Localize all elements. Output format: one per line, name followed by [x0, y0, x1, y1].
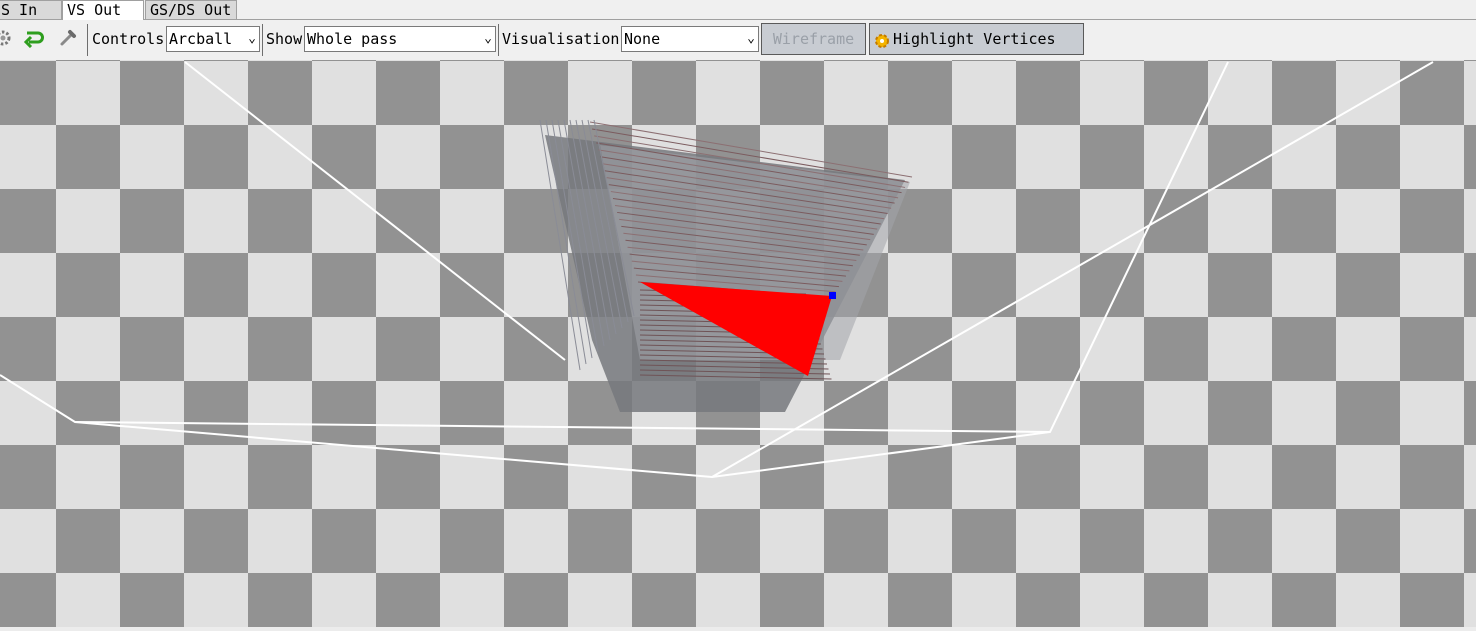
wireframe-label: Wireframe: [772, 30, 855, 48]
highlight-vertices-button[interactable]: Highlight Vertices: [869, 23, 1084, 55]
controls-select[interactable]: Arcball ⌄: [166, 26, 260, 52]
tab-bar: S In VS Out GS/DS Out: [0, 0, 1476, 20]
tab-gs-ds-out[interactable]: GS/DS Out: [145, 0, 237, 19]
toolbar-separator: [87, 24, 88, 56]
show-label: Show: [266, 30, 303, 48]
tab-vs-out[interactable]: VS Out: [62, 0, 144, 20]
visualisation-select[interactable]: None ⌄: [621, 26, 759, 52]
pipette-icon[interactable]: [57, 27, 79, 49]
wireframe-button[interactable]: Wireframe: [761, 23, 866, 55]
controls-label: Controls: [92, 30, 165, 48]
visualisation-label: Visualisation: [502, 30, 620, 48]
chevron-down-icon: ⌄: [484, 31, 492, 46]
reset-arrow-icon[interactable]: [23, 27, 45, 49]
show-value: Whole pass: [307, 30, 398, 48]
vertex-highlight-icon: [873, 30, 891, 60]
mesh-preview-canvas[interactable]: [0, 60, 1476, 627]
show-select[interactable]: Whole pass ⌄: [304, 26, 496, 52]
chevron-down-icon: ⌄: [248, 31, 256, 46]
chevron-down-icon: ⌄: [747, 31, 755, 46]
mesh-viewport[interactable]: [0, 60, 1476, 627]
tab-vs-in[interactable]: S In: [0, 0, 62, 19]
highlight-vertices-label: Highlight Vertices: [893, 30, 1056, 48]
visualisation-value: None: [624, 30, 661, 48]
tab-label: VS Out: [67, 1, 122, 19]
controls-value: Arcball: [169, 30, 233, 48]
toolbar-separator: [262, 24, 263, 56]
gear-icon[interactable]: [0, 27, 14, 49]
toolbar-separator: [498, 24, 499, 56]
mesh-toolbar: Controls Arcball ⌄ Show Whole pass ⌄ Vis…: [0, 20, 1476, 60]
tab-label: GS/DS Out: [150, 1, 232, 19]
tab-label: S In: [1, 1, 38, 19]
selected-vertex-marker: [829, 292, 836, 299]
